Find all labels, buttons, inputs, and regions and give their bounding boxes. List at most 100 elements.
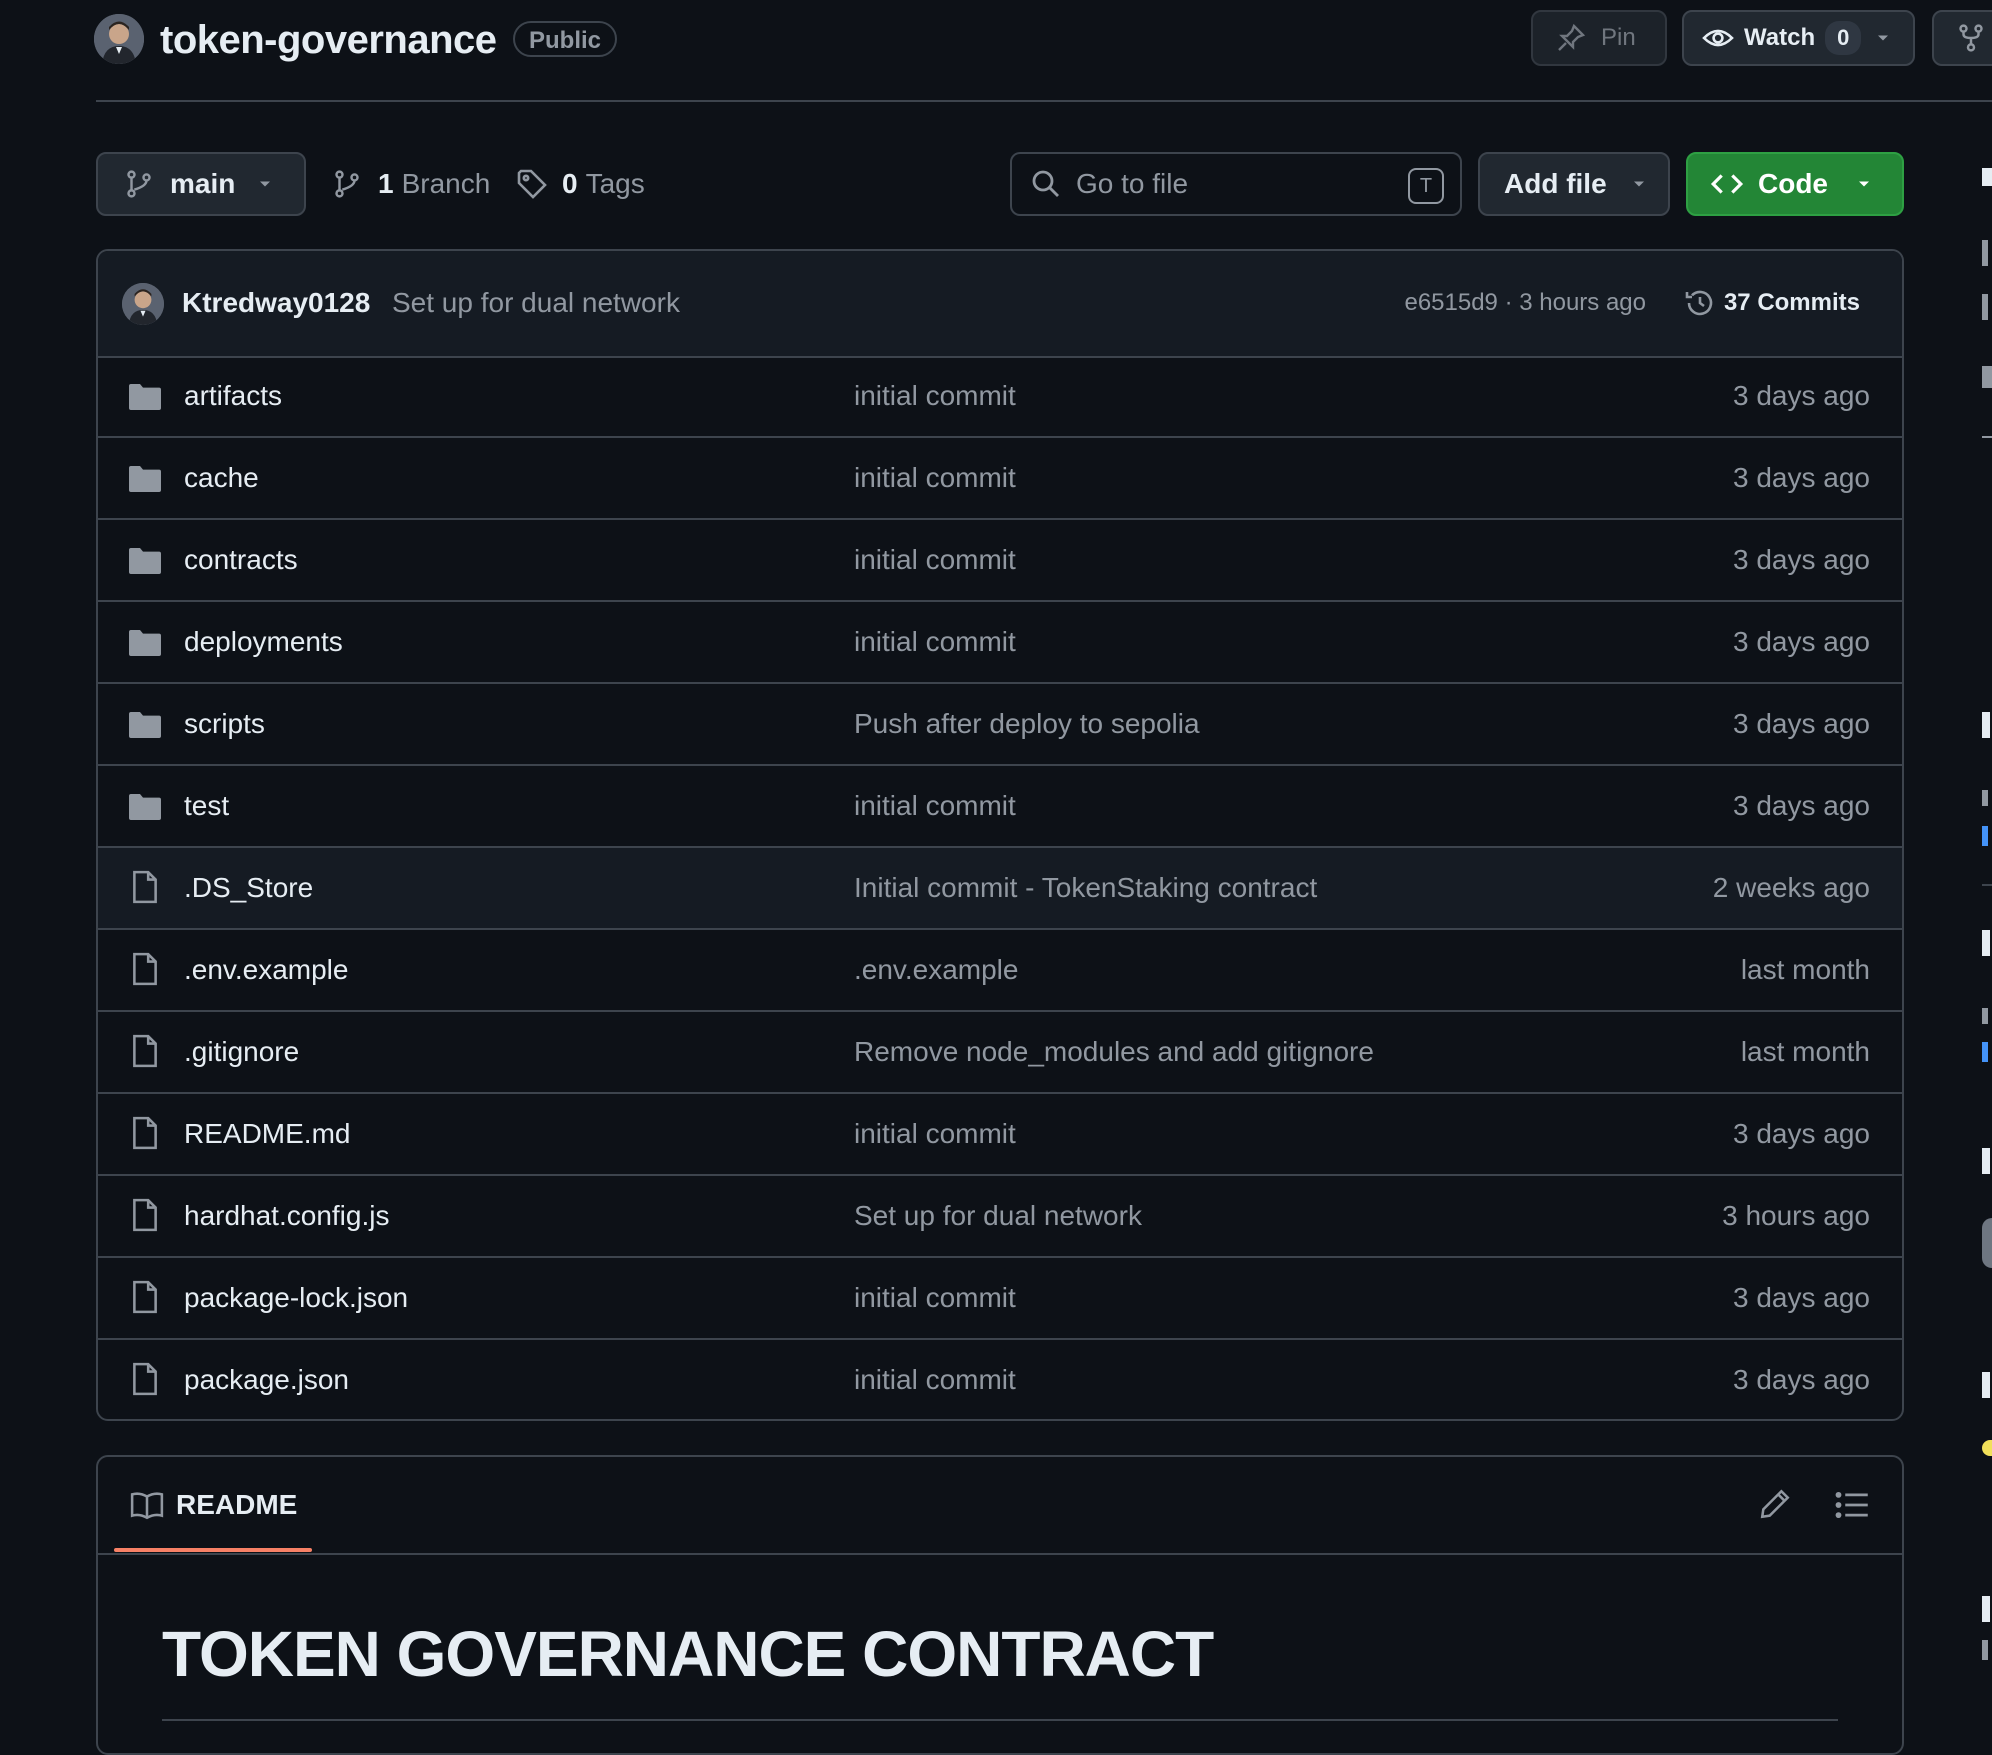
- file-commit-date: 3 days ago: [1733, 708, 1870, 739]
- folder-icon: [128, 710, 162, 740]
- file-row[interactable]: package-lock.json initial commit 3 days ag…: [98, 1258, 1902, 1340]
- watch-label: Watch: [1744, 24, 1816, 51]
- sidebar-sliver: [1982, 930, 1990, 956]
- file-name[interactable]: .env.example: [184, 930, 348, 1010]
- file-icon: [128, 1362, 162, 1396]
- file-row[interactable]: README.md initial commit 3 days ago: [98, 1094, 1902, 1176]
- repo-name[interactable]: token-governance: [160, 14, 497, 66]
- add-file-button[interactable]: Add file: [1478, 152, 1670, 216]
- file-commit-message[interactable]: Set up for dual network: [854, 1176, 1142, 1256]
- file-row[interactable]: deployments initial commit 3 days ago: [98, 602, 1902, 684]
- file-name[interactable]: hardhat.config.js: [184, 1176, 389, 1256]
- file-commit-message[interactable]: .env.example: [854, 930, 1018, 1010]
- file-commit-message[interactable]: initial commit: [854, 1094, 1016, 1174]
- file-row[interactable]: hardhat.config.js Set up for dual network…: [98, 1176, 1902, 1258]
- file-commit-message[interactable]: initial commit: [854, 520, 1016, 600]
- file-icon: [128, 1034, 162, 1068]
- file-commit-date: 2 weeks ago: [1712, 872, 1870, 903]
- commit-hash-time[interactable]: e6515d9 · 3 hours ago: [1404, 251, 1646, 355]
- file-commit-message[interactable]: Remove node_modules and add gitignore: [854, 1012, 1374, 1092]
- author-avatar[interactable]: [122, 283, 164, 325]
- file-row[interactable]: package.json initial commit 3 days ago: [98, 1340, 1902, 1419]
- file-commit-message[interactable]: Push after deploy to sepolia: [854, 684, 1200, 764]
- file-name[interactable]: README.md: [184, 1094, 350, 1174]
- file-row[interactable]: contracts initial commit 3 days ago: [98, 520, 1902, 602]
- code-button[interactable]: Code: [1686, 152, 1904, 216]
- file-row[interactable]: .env.example .env.example last month: [98, 930, 1902, 1012]
- folder-icon: [128, 792, 162, 822]
- file-commit-date: 3 days ago: [1733, 1282, 1870, 1313]
- folder-icon: [128, 628, 162, 658]
- file-name[interactable]: scripts: [184, 684, 265, 764]
- file-commit-message[interactable]: Initial commit - TokenStaking contract: [854, 848, 1317, 928]
- file-name[interactable]: test: [184, 766, 229, 846]
- sidebar-sliver: [1982, 712, 1990, 738]
- file-commit-message[interactable]: initial commit: [854, 356, 1016, 436]
- pin-button[interactable]: Pin: [1531, 10, 1667, 66]
- file-name[interactable]: package-lock.json: [184, 1258, 408, 1338]
- chevron-down-icon: [1629, 174, 1649, 194]
- file-name[interactable]: package.json: [184, 1340, 349, 1419]
- file-commit-message[interactable]: initial commit: [854, 602, 1016, 682]
- sidebar-sliver: [1982, 1596, 1990, 1622]
- go-to-file-search[interactable]: Go to file T: [1010, 152, 1462, 216]
- file-commit-date: 3 days ago: [1733, 626, 1870, 657]
- branch-selector[interactable]: main: [96, 152, 306, 216]
- file-commit-message[interactable]: initial commit: [854, 438, 1016, 518]
- file-table: Ktredway0128 Set up for dual network e65…: [96, 249, 1904, 1421]
- file-commit-message[interactable]: initial commit: [854, 766, 1016, 846]
- fork-button[interactable]: [1932, 10, 1992, 66]
- branch-icon: [124, 169, 154, 199]
- file-commit-date: 3 days ago: [1733, 380, 1870, 411]
- tags-link[interactable]: 0 Tags: [516, 163, 645, 205]
- file-row[interactable]: cache initial commit 3 days ago: [98, 438, 1902, 520]
- watch-count: 0: [1825, 21, 1862, 55]
- file-name[interactable]: cache: [184, 438, 259, 518]
- sidebar-sliver: [1982, 884, 1992, 886]
- file-row[interactable]: scripts Push after deploy to sepolia 3 day…: [98, 684, 1902, 766]
- branch-icon: [332, 169, 362, 199]
- readme-tab-bar: README: [98, 1457, 1902, 1555]
- sidebar-sliver: [1982, 294, 1988, 320]
- file-row[interactable]: .DS_Store Initial commit - TokenStaking c…: [98, 848, 1902, 930]
- sidebar-sliver: [1982, 1440, 1992, 1456]
- commits-link[interactable]: 37 Commits: [1684, 283, 1860, 323]
- sidebar-sliver: [1982, 168, 1992, 186]
- sidebar-sliver: [1982, 826, 1988, 846]
- file-row[interactable]: test initial commit 3 days ago: [98, 766, 1902, 848]
- file-name[interactable]: .gitignore: [184, 1012, 299, 1092]
- chevron-down-icon: [1854, 174, 1874, 194]
- file-commit-date: 3 days ago: [1733, 544, 1870, 575]
- sidebar-sliver: [1982, 1218, 1992, 1268]
- file-icon: [128, 1198, 162, 1232]
- file-name[interactable]: .DS_Store: [184, 848, 313, 928]
- file-name[interactable]: deployments: [184, 602, 343, 682]
- tag-icon: [516, 168, 548, 200]
- branch-name: main: [170, 168, 236, 199]
- pin-icon: [1555, 22, 1587, 54]
- sidebar-sliver: [1982, 1640, 1988, 1660]
- file-name[interactable]: artifacts: [184, 356, 282, 436]
- file-row[interactable]: .gitignore Remove node_modules and add gi…: [98, 1012, 1902, 1094]
- latest-commit-bar: Ktredway0128 Set up for dual network e65…: [98, 251, 1902, 358]
- sidebar-sliver: [1982, 790, 1988, 806]
- add-file-label: Add file: [1504, 168, 1607, 199]
- outline-list-icon[interactable]: [1834, 1487, 1870, 1523]
- commit-author[interactable]: Ktredway0128: [182, 251, 370, 355]
- file-row[interactable]: artifacts initial commit 3 days ago: [98, 356, 1902, 438]
- file-commit-message[interactable]: initial commit: [854, 1340, 1016, 1419]
- file-commit-message[interactable]: initial commit: [854, 1258, 1016, 1338]
- file-commit-date: last month: [1740, 954, 1870, 985]
- sidebar-sliver: [1982, 1042, 1988, 1062]
- folder-icon: [128, 464, 162, 494]
- watch-button[interactable]: Watch 0: [1682, 10, 1915, 66]
- commit-message[interactable]: Set up for dual network: [392, 251, 680, 355]
- file-icon: [128, 1116, 162, 1150]
- owner-avatar[interactable]: [94, 14, 144, 64]
- readme-panel: README TOKEN GOVERNANCE CONTRACT: [96, 1455, 1904, 1755]
- code-label: Code: [1758, 168, 1828, 199]
- branches-link[interactable]: 1 Branch: [332, 163, 490, 205]
- file-name[interactable]: contracts: [184, 520, 298, 600]
- edit-pencil-icon[interactable]: [1758, 1487, 1792, 1521]
- readme-tab[interactable]: README: [130, 1483, 297, 1527]
